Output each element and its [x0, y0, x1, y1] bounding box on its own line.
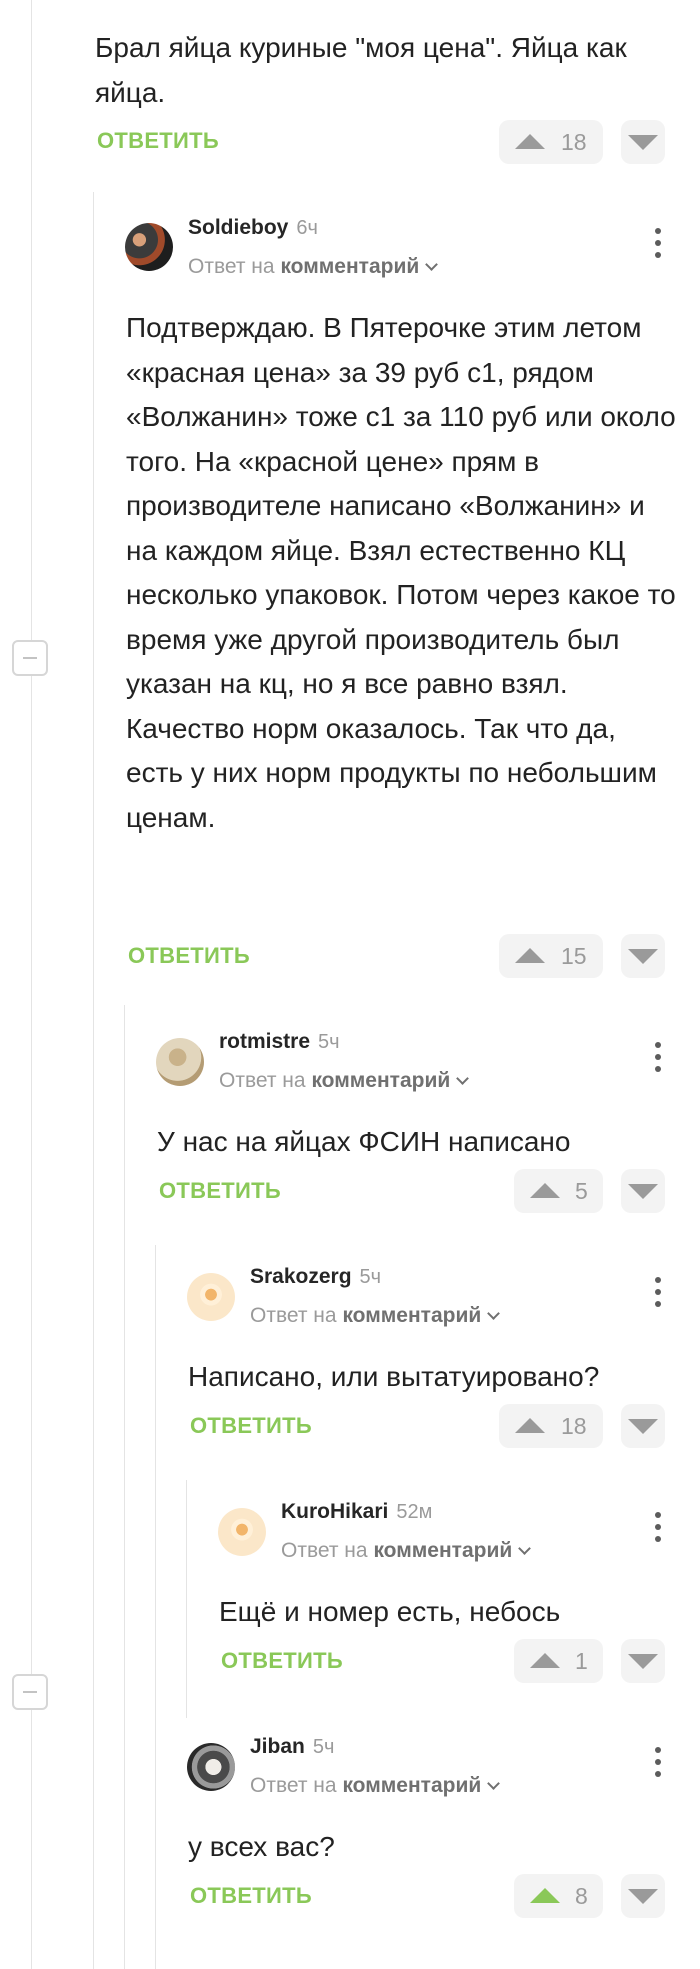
vote-count: 8 — [575, 1883, 588, 1909]
more-options-icon[interactable] — [648, 226, 668, 262]
reply-to-link[interactable]: Ответ на комментарий — [250, 1304, 501, 1328]
reply-button[interactable]: ОТВЕТИТЬ — [190, 1413, 312, 1439]
downvote-icon — [628, 135, 658, 150]
reply-button[interactable]: ОТВЕТИТЬ — [128, 943, 250, 969]
reply-to-prefix: Ответ на — [250, 1774, 337, 1797]
upvote-icon[interactable] — [530, 1183, 560, 1198]
vote-count: 18 — [561, 129, 587, 155]
reply-to-prefix: Ответ на — [250, 1304, 337, 1327]
reply-to-link[interactable]: Ответ на комментарий — [281, 1539, 532, 1563]
downvote-icon — [628, 1654, 658, 1669]
comment-time: 6ч — [296, 217, 318, 239]
downvote-button[interactable] — [621, 934, 665, 978]
comment-text: у всех вас? — [188, 1831, 335, 1862]
downvote-button[interactable] — [621, 1169, 665, 1213]
comment-time: 52м — [396, 1501, 433, 1523]
author-name-text[interactable]: Soldieboy — [188, 216, 288, 239]
avatar[interactable] — [187, 1743, 235, 1791]
downvote-icon — [628, 1184, 658, 1199]
reply-to-link[interactable]: Ответ на комментарий — [219, 1069, 470, 1093]
downvote-icon — [628, 949, 658, 964]
more-options-icon[interactable] — [648, 1510, 668, 1546]
reply-to-target[interactable]: комментарий — [311, 1069, 450, 1092]
reply-to-target[interactable]: комментарий — [373, 1539, 512, 1562]
vote-box: 18 — [499, 120, 603, 164]
comment-text: Подтверждаю. В Пятерочке этим летом «кра… — [126, 312, 676, 833]
chevron-down-icon[interactable] — [425, 258, 439, 271]
author-name-text[interactable]: Srakozerg — [250, 1265, 352, 1288]
comment-time: 5ч — [359, 1266, 382, 1288]
vote-box: 8 — [514, 1874, 603, 1918]
upvote-icon[interactable] — [515, 948, 545, 963]
vote-box: 18 — [499, 1404, 603, 1448]
chevron-down-icon[interactable] — [487, 1307, 501, 1320]
vote-count: 18 — [561, 1413, 587, 1439]
chevron-down-icon[interactable] — [456, 1072, 470, 1085]
author-name[interactable]: KuroHikari 52м — [281, 1500, 432, 1524]
author-name-text[interactable]: Jiban — [250, 1735, 305, 1758]
author-name[interactable]: Jiban 5ч — [250, 1735, 334, 1759]
avatar[interactable] — [187, 1273, 235, 1321]
avatar[interactable] — [125, 223, 173, 271]
chevron-down-icon[interactable] — [487, 1777, 501, 1790]
vote-count: 15 — [561, 943, 587, 969]
comments-thread: Брал яйца куриные "моя цена". Яйца как я… — [0, 0, 700, 1969]
avatar[interactable] — [156, 1038, 204, 1086]
reply-to-prefix: Ответ на — [188, 255, 275, 278]
upvote-icon[interactable] — [530, 1888, 560, 1903]
reply-to-link[interactable]: Ответ на комментарий — [250, 1774, 501, 1798]
reply-to-prefix: Ответ на — [281, 1539, 368, 1562]
downvote-icon — [628, 1889, 658, 1904]
comment-text: Брал яйца куриные "моя цена". Яйца как я… — [95, 32, 627, 108]
vote-box: 15 — [499, 934, 603, 978]
downvote-button[interactable] — [621, 1639, 665, 1683]
upvote-icon[interactable] — [530, 1653, 560, 1668]
thread-line-level-3 — [155, 1245, 156, 1969]
upvote-icon[interactable] — [515, 1418, 545, 1433]
thread-line-level-1 — [93, 192, 94, 1969]
reply-button[interactable]: ОТВЕТИТЬ — [159, 1178, 281, 1204]
chevron-down-icon[interactable] — [518, 1542, 532, 1555]
collapse-thread-button[interactable] — [12, 1674, 48, 1710]
reply-to-prefix: Ответ на — [219, 1069, 306, 1092]
downvote-icon — [628, 1419, 658, 1434]
reply-to-target[interactable]: комментарий — [280, 255, 419, 278]
author-name-text[interactable]: KuroHikari — [281, 1500, 388, 1523]
avatar[interactable] — [218, 1508, 266, 1556]
comment-text: У нас на яйцах ФСИН написано — [157, 1126, 571, 1157]
vote-box: 5 — [514, 1169, 603, 1213]
more-options-icon[interactable] — [648, 1275, 668, 1311]
downvote-button[interactable] — [621, 1874, 665, 1918]
reply-to-target[interactable]: комментарий — [342, 1774, 481, 1797]
vote-box: 1 — [514, 1639, 603, 1683]
thread-line-level-4 — [186, 1480, 187, 1718]
author-name[interactable]: rotmistre 5ч — [219, 1030, 340, 1054]
reply-button[interactable]: ОТВЕТИТЬ — [190, 1883, 312, 1909]
vote-count: 1 — [575, 1648, 588, 1674]
collapse-thread-button[interactable] — [12, 640, 48, 676]
author-name[interactable]: Soldieboy 6ч — [188, 216, 318, 240]
comment-time: 5ч — [312, 1736, 335, 1758]
downvote-button[interactable] — [621, 120, 665, 164]
comment-time: 5ч — [318, 1031, 340, 1053]
reply-to-target[interactable]: комментарий — [342, 1304, 481, 1327]
reply-button[interactable]: ОТВЕТИТЬ — [221, 1648, 343, 1674]
author-name[interactable]: Srakozerg 5ч — [250, 1265, 381, 1289]
comment-text: Ещё и номер есть, небось — [219, 1596, 561, 1627]
thread-line-level-2 — [124, 1005, 125, 1969]
reply-button[interactable]: ОТВЕТИТЬ — [97, 128, 219, 154]
more-options-icon[interactable] — [648, 1745, 668, 1781]
downvote-button[interactable] — [621, 1404, 665, 1448]
comment-text: Написано, или вытатуировано? — [188, 1361, 600, 1392]
upvote-icon[interactable] — [515, 134, 545, 149]
author-name-text[interactable]: rotmistre — [219, 1030, 310, 1053]
more-options-icon[interactable] — [648, 1040, 668, 1076]
reply-to-link[interactable]: Ответ на комментарий — [188, 255, 439, 279]
vote-count: 5 — [575, 1178, 588, 1204]
